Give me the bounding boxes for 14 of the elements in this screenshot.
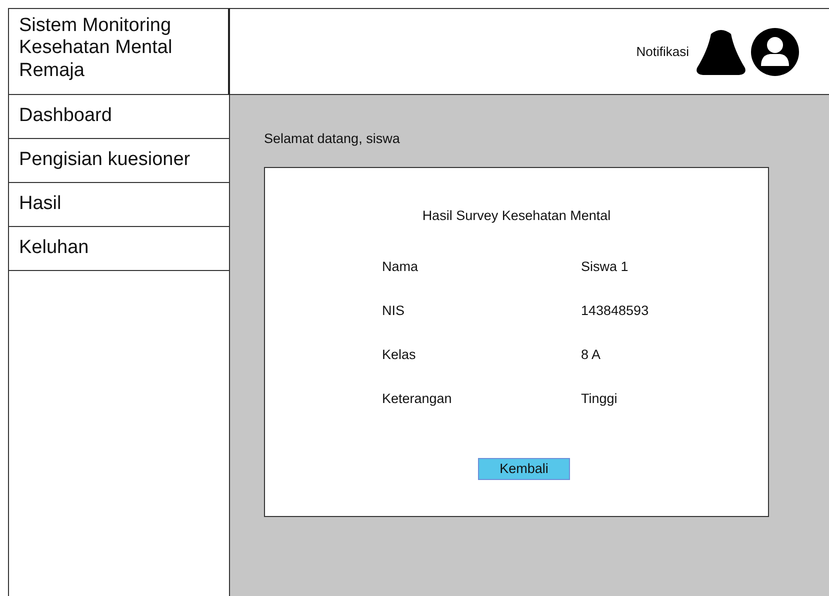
notification-label: Notifikasi — [636, 42, 689, 61]
field-value: 8 A — [581, 346, 602, 364]
card-title: Hasil Survey Kesehatan Mental — [421, 207, 612, 226]
field-label: Kelas — [382, 346, 417, 364]
bell-icon[interactable] — [695, 28, 747, 76]
field-value: Siswa 1 — [581, 258, 630, 276]
back-button[interactable]: Kembali — [478, 458, 570, 480]
field-label: Keterangan — [382, 390, 453, 408]
field-label: NIS — [382, 302, 406, 320]
field-value: Tinggi — [581, 390, 618, 408]
user-avatar-icon[interactable] — [751, 28, 799, 76]
field-label: Nama — [382, 258, 420, 276]
greeting-text: Selamat datang, siswa — [264, 130, 401, 148]
field-value: 143848593 — [581, 302, 650, 320]
